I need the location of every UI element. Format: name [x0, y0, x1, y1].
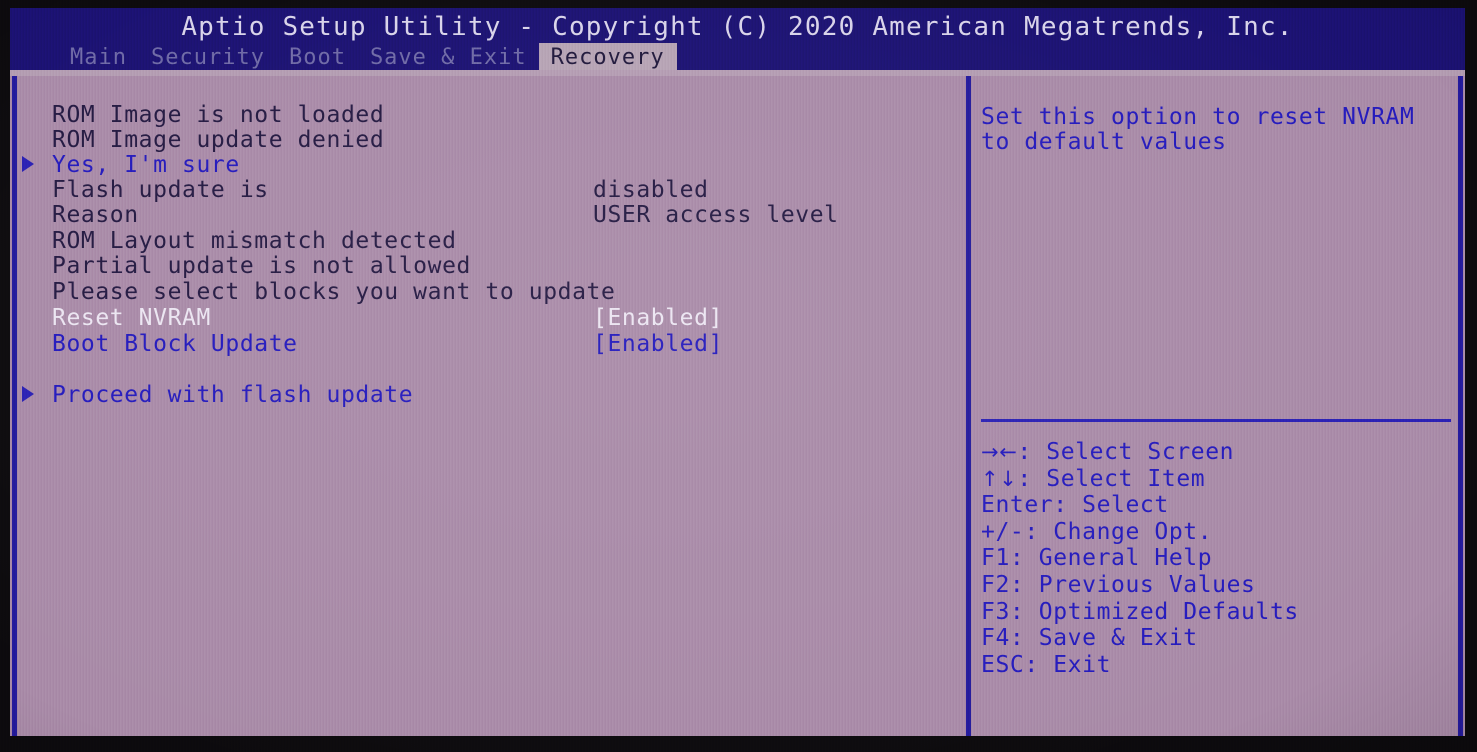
arrow-keys-icon: ↑↓ — [981, 466, 1018, 491]
menu-tab-security[interactable]: Security — [139, 43, 277, 72]
option-value: USER access level — [593, 202, 839, 228]
key-legend-text: ESC: Exit — [981, 651, 1112, 678]
key-legend-text: Enter: Select — [981, 492, 1169, 519]
option-label: Yes, I'm sure — [52, 152, 240, 178]
key-legend-line: F2: Previous Values — [981, 572, 1256, 598]
help-separator — [981, 419, 1451, 422]
submenu-arrow-icon — [22, 156, 34, 172]
option-label: Reset NVRAM — [52, 305, 211, 331]
option-row: Partial update is not allowed — [17, 253, 966, 279]
option-label: Flash update is — [52, 177, 269, 203]
bios-screen: Aptio Setup Utility - Copyright (C) 2020… — [10, 8, 1465, 736]
key-legend-text: : Select Screen — [1017, 439, 1235, 465]
menu-action-row[interactable]: Yes, I'm sure — [17, 152, 966, 178]
key-legend-line: +/-: Change Opt. — [981, 519, 1212, 545]
key-legend-text: F4: Save & Exit — [981, 625, 1198, 652]
option-label: Proceed with flash update — [52, 382, 414, 408]
option-value[interactable]: [Enabled] — [593, 331, 723, 357]
key-legend-text: F2: Previous Values — [981, 572, 1256, 598]
menu-tab-bar[interactable]: Main Security Boot Save & Exit Recovery — [58, 42, 677, 72]
key-legend-text: F3: Optimized Defaults — [981, 598, 1299, 625]
option-label: Partial update is not allowed — [52, 253, 471, 279]
page-title: Aptio Setup Utility - Copyright (C) 2020… — [181, 12, 1294, 42]
option-label: Reason — [52, 202, 139, 228]
key-legend-text: +/-: Change Opt. — [981, 518, 1213, 545]
option-row[interactable]: Reset NVRAM [Enabled] — [17, 305, 966, 331]
key-legend-line: ↑↓: Select Item — [981, 466, 1205, 492]
menu-tab-save-exit[interactable]: Save & Exit — [358, 43, 539, 72]
key-legend-line: ESC: Exit — [981, 652, 1111, 678]
help-pane: Set this option to reset NVRAM to default… — [971, 76, 1458, 736]
key-legend-text: F1: General Help — [981, 545, 1213, 572]
monitor-bezel: Aptio Setup Utility - Copyright (C) 2020… — [0, 0, 1477, 752]
arrow-keys-icon: →← — [981, 440, 1018, 464]
option-value: disabled — [593, 177, 709, 203]
key-legend-line: F4: Save & Exit — [981, 625, 1198, 651]
key-legend-line: F3: Optimized Defaults — [981, 599, 1299, 625]
key-legend-text: : Select Item — [1017, 465, 1206, 492]
option-label: ROM Layout mismatch detected — [52, 228, 457, 254]
submenu-arrow-icon — [22, 386, 34, 402]
key-legend-line: F1: General Help — [981, 545, 1212, 571]
option-label: ROM Image is not loaded — [52, 102, 385, 128]
option-label: ROM Image update denied — [52, 127, 385, 153]
menu-tab-boot[interactable]: Boot — [277, 43, 358, 72]
menu-tab-main[interactable]: Main — [58, 43, 139, 72]
option-row: Please select blocks you want to update — [17, 279, 966, 305]
option-row[interactable]: Reason USER access level — [17, 202, 966, 228]
option-row: ROM Image update denied — [17, 127, 966, 153]
option-row: ROM Image is not loaded — [17, 102, 966, 128]
title-bar: Aptio Setup Utility - Copyright (C) 2020… — [10, 8, 1465, 72]
key-legend-line: →←: Select Screen — [981, 439, 1234, 465]
body-region: ROM Image is not loaded ROM Image update … — [10, 76, 1465, 736]
option-value[interactable]: [Enabled] — [593, 305, 723, 331]
option-label: Boot Block Update — [52, 331, 298, 357]
option-label: Please select blocks you want to update — [52, 279, 616, 305]
key-legend-line: Enter: Select — [981, 492, 1169, 518]
option-row: ROM Layout mismatch detected — [17, 228, 966, 254]
option-row[interactable]: Flash update is disabled — [17, 177, 966, 203]
help-description-line: Set this option to reset NVRAM — [981, 104, 1415, 130]
help-description-line: to default values — [981, 129, 1227, 155]
option-row[interactable]: Boot Block Update [Enabled] — [17, 331, 966, 357]
menu-action-row[interactable]: Proceed with flash update — [17, 382, 966, 408]
options-pane: ROM Image is not loaded ROM Image update … — [17, 76, 966, 736]
menu-tab-recovery[interactable]: Recovery — [538, 42, 677, 72]
frame-border-right — [1458, 76, 1463, 736]
